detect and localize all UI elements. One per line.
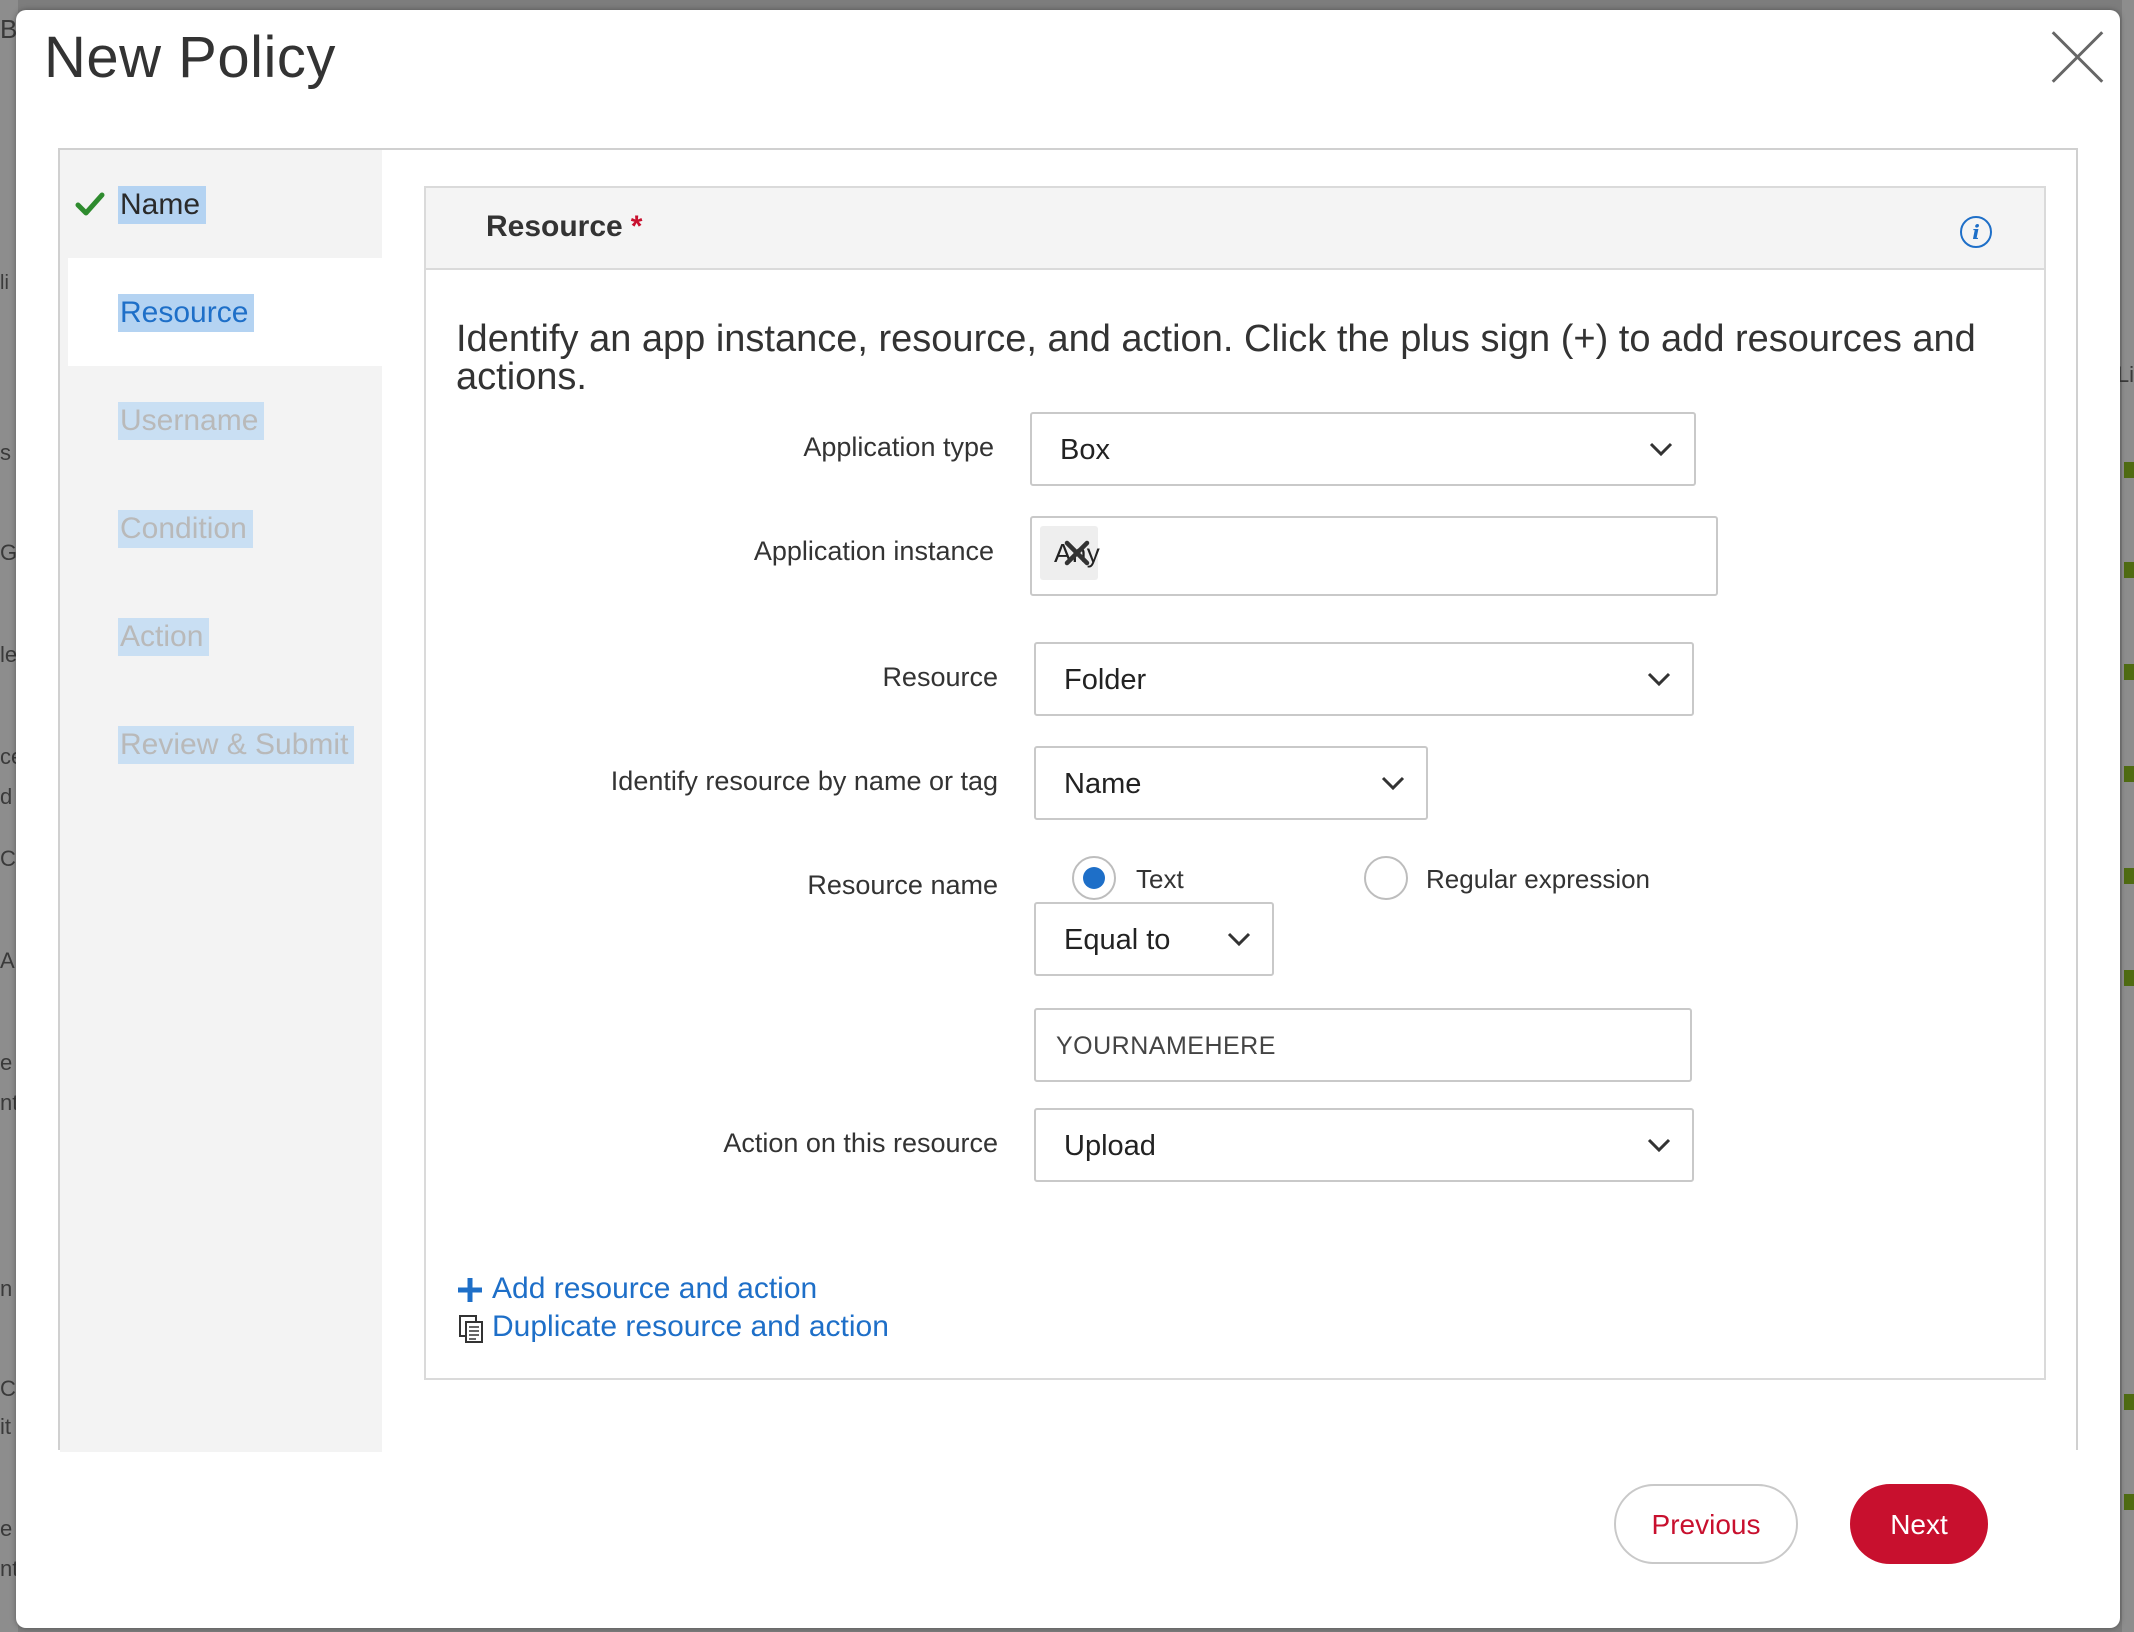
step-label: Condition [118, 510, 253, 548]
duplicate-resource-link[interactable]: Duplicate resource and action [492, 1310, 889, 1344]
panel-intro: Identify an app instance, resource, and … [456, 318, 1976, 398]
resource-panel: Resource * i Identify an app instance, re… [424, 186, 2046, 1380]
step-condition[interactable]: Condition [68, 474, 382, 582]
resource-label: Resource [882, 662, 998, 692]
resource-name-input[interactable]: YOURNAMEHERE [1034, 1008, 1692, 1082]
select-value: Name [1064, 768, 1142, 800]
checkmark-icon [75, 192, 105, 216]
radio-text[interactable] [1072, 856, 1116, 900]
step-name[interactable]: Name [68, 150, 382, 258]
radio-text-label: Text [1136, 864, 1184, 894]
step-label: Username [118, 402, 265, 440]
identify-by-select[interactable]: Name [1034, 746, 1428, 820]
application-instance-label: Application instance [753, 536, 994, 566]
next-button[interactable]: Next [1850, 1484, 1988, 1564]
application-instance-field[interactable]: Any [1030, 516, 1718, 596]
info-icon[interactable]: i [1960, 216, 1992, 248]
instance-chip: Any [1040, 526, 1100, 580]
required-marker: * [630, 210, 643, 243]
input-value: YOURNAMEHERE [1056, 1032, 1276, 1060]
application-type-label: Application type [803, 432, 994, 462]
background-text: n [0, 1276, 13, 1301]
wizard-container: Name Resource Username Condition Action … [58, 148, 2078, 1452]
background-text: e [0, 1050, 13, 1075]
background-status-bar [2124, 970, 2134, 986]
background-right-strip [2122, 0, 2134, 1632]
step-label: Action [118, 618, 210, 656]
background-status-bar [2124, 562, 2134, 578]
new-policy-modal: New Policy Name Resource Username Condit… [16, 10, 2120, 1628]
close-icon[interactable] [2048, 28, 2106, 86]
background-status-bar [2124, 1494, 2134, 1510]
select-value: Folder [1064, 664, 1147, 696]
select-value: Upload [1064, 1130, 1156, 1162]
background-text: e [0, 1516, 13, 1541]
panel-header: Resource * i [426, 188, 2044, 270]
background-text: it [0, 1414, 11, 1439]
add-resource-link[interactable]: Add resource and action [492, 1272, 817, 1306]
background-status-bar [2124, 462, 2134, 478]
background-text: li [0, 272, 9, 294]
background-text: le [0, 642, 18, 667]
background-status-bar [2124, 664, 2134, 680]
step-review-submit[interactable]: Review & Submit [68, 690, 382, 798]
remove-chip-icon[interactable] [1062, 538, 1092, 568]
chevron-down-icon [1381, 776, 1405, 791]
modal-title: New Policy [44, 25, 336, 90]
application-type-select[interactable]: Box [1030, 412, 1696, 486]
action-select[interactable]: Upload [1034, 1108, 1694, 1182]
operator-select[interactable]: Equal to [1034, 902, 1274, 976]
background-text: d [0, 784, 13, 809]
resource-name-label: Resource name [807, 870, 998, 900]
identify-by-label: Identify resource by name or tag [610, 766, 998, 796]
step-label: Name [118, 186, 207, 224]
chevron-down-icon [1647, 672, 1671, 687]
background-text: B [0, 14, 18, 44]
background-status-bar [2124, 1394, 2134, 1410]
wizard-steps: Name Resource Username Condition Action … [60, 150, 382, 1452]
plus-icon[interactable] [456, 1276, 484, 1304]
background-text: A [0, 948, 15, 973]
panel-title-text: Resource [486, 210, 623, 243]
background-status-bar [2124, 868, 2134, 884]
select-value: Equal to [1064, 924, 1171, 956]
panel-title: Resource * [486, 210, 642, 244]
radio-regular-expression[interactable] [1364, 856, 1408, 900]
duplicate-icon[interactable] [458, 1314, 484, 1344]
background-text: C [0, 1376, 16, 1401]
select-value: Box [1060, 434, 1110, 466]
step-label: Resource [118, 294, 255, 332]
step-resource[interactable]: Resource [68, 258, 382, 366]
background-text: C [0, 846, 16, 871]
chevron-down-icon [1649, 442, 1673, 457]
radio-regex-label: Regular expression [1426, 864, 1651, 894]
step-action[interactable]: Action [68, 582, 382, 690]
step-label: Review & Submit [118, 726, 355, 764]
chevron-down-icon [1647, 1138, 1671, 1153]
action-label: Action on this resource [723, 1128, 998, 1158]
chevron-down-icon [1227, 932, 1251, 947]
background-status-bar [2124, 766, 2134, 782]
step-username[interactable]: Username [68, 366, 382, 474]
resource-select[interactable]: Folder [1034, 642, 1694, 716]
previous-button[interactable]: Previous [1614, 1484, 1798, 1564]
